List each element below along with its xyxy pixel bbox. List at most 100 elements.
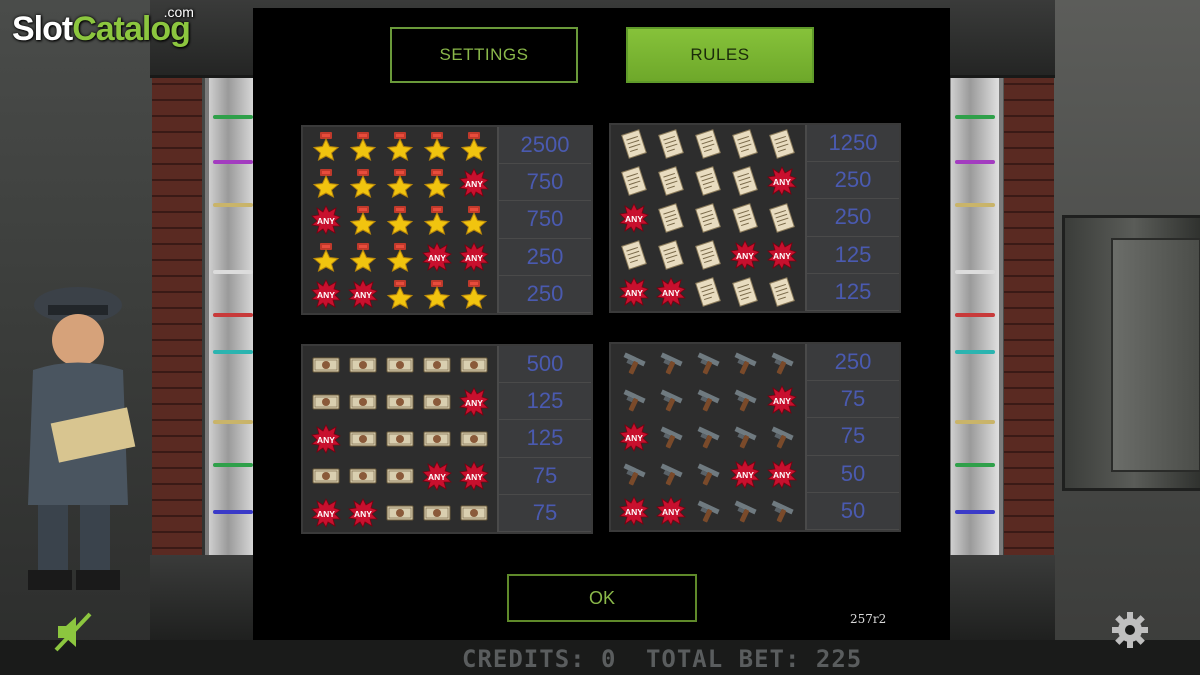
banknote-icon [311,461,341,491]
paytable-symbol-combo: ANY [303,201,497,239]
brick-pillar-left [152,75,202,595]
credits-label: Credits: 0 [462,645,617,673]
gear-icon[interactable] [1110,610,1150,650]
payout-value: 250 [805,162,899,200]
banknote-icon [348,387,378,417]
pistol-icon [730,496,760,526]
banknote-icon [422,498,452,528]
banknote-icon [311,350,341,380]
document-icon [619,128,649,159]
payout-value: 250 [805,344,899,382]
paytable-symbol-combo [611,125,805,163]
any-wild-icon: ANY [422,461,453,492]
paytable-symbol-combo: ANY ANY [611,492,805,530]
tab-settings[interactable]: SETTINGS [390,27,578,83]
pistol-icon [619,385,649,415]
svg-text:ANY: ANY [736,470,754,480]
banknote-icon [385,387,415,417]
svg-text:ANY: ANY [465,253,483,263]
paytable-row: ANY ANY 250 [303,275,591,313]
pistol-icon [693,459,723,489]
ok-button[interactable]: OK [507,574,697,622]
payout-value: 1250 [805,125,899,163]
medal-icon [348,168,378,198]
document-icon [767,128,797,159]
pistol-icon [730,348,760,378]
pistol-icon [693,422,723,452]
paytable-row: ANY ANY 125 [611,236,899,274]
svg-text:ANY: ANY [625,433,643,443]
any-wild-icon: ANY [730,240,761,271]
paytable-row: ANY 250 [611,199,899,237]
medal-icon [348,131,378,161]
any-wild-icon: ANY [459,167,490,198]
officer-character-image [28,287,136,590]
document-icon [693,165,723,196]
banknote-icon [385,498,415,528]
paytable-symbol-combo: ANY [303,420,497,458]
pistol-icon [767,348,797,378]
paytable-symbol-combo [611,344,805,382]
any-wild-icon: ANY [618,496,649,527]
svg-text:ANY: ANY [625,507,643,517]
medal-icon [348,205,378,235]
paytable-symbol-combo: ANY ANY [303,457,497,495]
svg-text:ANY: ANY [773,470,791,480]
svg-text:ANY: ANY [736,251,754,261]
sound-muted-icon[interactable] [52,610,96,654]
document-icon [656,165,686,196]
paytable-pistol: 250 ANY 75 ANY 75 ANY ANY 50 ANY ANY 50 [609,342,901,532]
banknote-icon [459,498,489,528]
medal-icon [459,205,489,235]
pistol-icon [619,459,649,489]
any-wild-icon: ANY [767,240,798,271]
payout-value: 75 [805,381,899,419]
banknote-icon [348,424,378,454]
medal-icon [385,168,415,198]
any-wild-icon: ANY [767,384,798,415]
document-icon [693,128,723,159]
any-wild-icon: ANY [459,386,490,417]
any-wild-icon: ANY [459,242,490,273]
paytable-row: ANY ANY 75 [303,494,591,532]
any-wild-icon: ANY [730,459,761,490]
banknote-icon [422,387,452,417]
paytable-row: 500 [303,346,591,384]
banknote-icon [459,424,489,454]
any-wild-icon: ANY [347,279,378,310]
paytable-row: ANY ANY 50 [611,492,899,530]
pistol-icon [693,385,723,415]
paytable-symbol-combo: ANY [611,162,805,200]
document-icon [656,240,686,270]
version-label: 257r2 [850,612,887,626]
svg-text:ANY: ANY [465,398,483,408]
payout-value: 50 [805,492,899,530]
payout-value: 250 [805,199,899,237]
medal-icon [385,205,415,235]
medal-icon [385,242,415,273]
medal-icon [422,131,452,161]
document-icon [619,165,649,196]
paytable-symbol-combo: ANY ANY [303,494,497,532]
paytable-row: ANY ANY 250 [303,238,591,276]
tab-rules[interactable]: RULES [626,27,814,83]
any-wild-icon: ANY [459,461,490,492]
payout-value: 250 [497,238,591,276]
paytable-row: 250 [611,344,899,382]
svg-text:ANY: ANY [662,288,680,298]
document-icon [693,203,723,233]
any-wild-icon: ANY [618,277,649,308]
any-wild-icon: ANY [618,203,649,233]
medal-icon [459,131,489,161]
payout-value: 125 [497,420,591,458]
svg-text:ANY: ANY [428,253,446,263]
pistol-icon [693,496,723,526]
pistol-icon [656,385,686,415]
svg-text:ANY: ANY [625,288,643,298]
document-icon [656,128,686,159]
paytable-row: ANY ANY 50 [611,455,899,493]
any-wild-icon: ANY [655,277,686,308]
medal-icon [385,279,415,310]
medal-icon [422,205,452,235]
document-icon [693,277,723,308]
